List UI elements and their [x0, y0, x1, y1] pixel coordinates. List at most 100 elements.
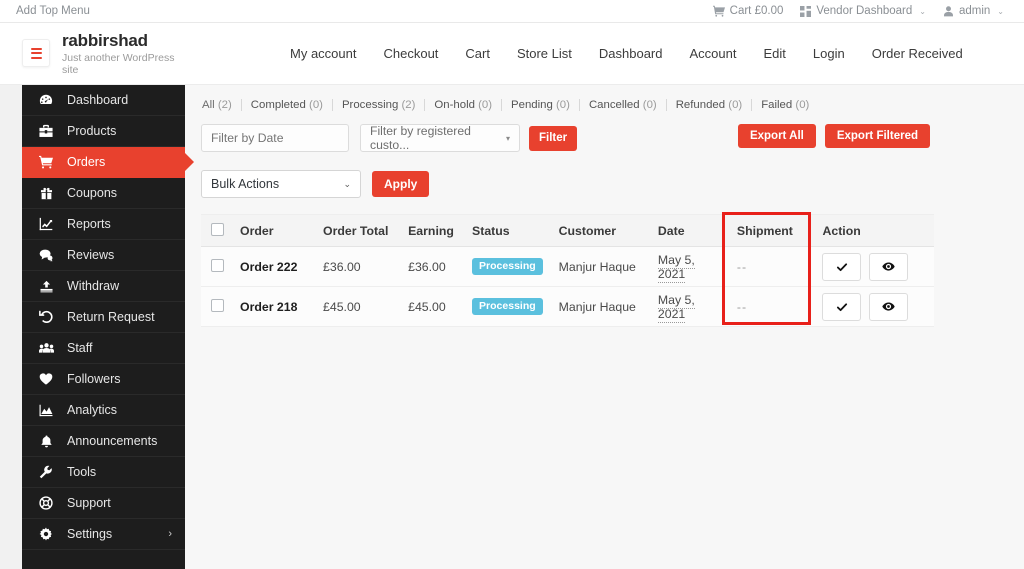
- sidebar-item-return-request[interactable]: Return Request: [22, 302, 185, 333]
- nav-item-login[interactable]: Login: [813, 46, 845, 61]
- status-link-cancelled[interactable]: Cancelled (0): [580, 99, 667, 111]
- wrench-icon: [38, 465, 54, 479]
- sidebar-item-announcements[interactable]: Announcements: [22, 426, 185, 457]
- admin-top-bar: Add Top Menu Cart £0.00 Vendor Dashboard…: [0, 0, 1024, 23]
- order-link[interactable]: Order 218: [240, 300, 297, 314]
- sidebar-item-support[interactable]: Support: [22, 488, 185, 519]
- primary-navigation: My account Checkout Cart Store List Dash…: [290, 46, 1004, 61]
- nav-item-edit[interactable]: Edit: [763, 46, 785, 61]
- check-icon: [836, 261, 848, 273]
- heart-icon: [38, 372, 54, 386]
- orders-table-body: Order 222 £36.00 £36.00 Processing Manju…: [201, 246, 934, 327]
- sidebar-item-staff[interactable]: Staff: [22, 333, 185, 364]
- sidebar-item-reports[interactable]: Reports: [22, 209, 185, 240]
- row-select-cell: [201, 246, 232, 287]
- column-header-earning[interactable]: Earning: [400, 214, 465, 247]
- nav-item-my-account[interactable]: My account: [290, 46, 356, 61]
- cell-shipment: --: [728, 246, 815, 287]
- cell-date: May 5, 2021: [649, 246, 729, 287]
- apply-button[interactable]: Apply: [372, 171, 430, 197]
- order-link[interactable]: Order 222: [240, 260, 297, 274]
- sidebar-item-label: Return Request: [67, 310, 155, 324]
- sidebar-item-tools[interactable]: Tools: [22, 457, 185, 488]
- status-link-on-hold[interactable]: On-hold (0): [425, 99, 503, 111]
- sidebar-item-followers[interactable]: Followers: [22, 364, 185, 395]
- cart-menu-item[interactable]: Cart £0.00: [712, 5, 783, 17]
- page-layout: Dashboard Products Orders Coupons Report: [0, 85, 1024, 569]
- sidebar-item-label: Products: [67, 124, 117, 138]
- sidebar-item-orders[interactable]: Orders: [22, 147, 185, 178]
- row-checkbox[interactable]: [211, 298, 224, 312]
- sidebar-item-label: Coupons: [67, 186, 118, 200]
- export-all-button[interactable]: Export All: [737, 124, 816, 148]
- sidebar-item-label: Tools: [67, 465, 97, 479]
- shopping-cart-icon: [38, 155, 54, 169]
- filter-by-date-input[interactable]: [201, 124, 349, 152]
- sidebar-item-dashboard[interactable]: Dashboard: [22, 85, 185, 116]
- site-header: rabbirshad Just another WordPress site M…: [0, 23, 1024, 85]
- add-top-menu-link[interactable]: Add Top Menu: [16, 5, 713, 17]
- column-header-customer[interactable]: Customer: [550, 214, 650, 247]
- column-header-order[interactable]: Order: [232, 214, 316, 247]
- status-link-count: (0): [478, 99, 493, 111]
- status-link-all[interactable]: All (2): [202, 99, 242, 111]
- sidebar-item-settings[interactable]: Settings ›: [22, 519, 185, 550]
- column-header-action: Action: [814, 214, 934, 247]
- sidebar-item-coupons[interactable]: Coupons: [22, 178, 185, 209]
- nav-item-cart[interactable]: Cart: [465, 46, 490, 61]
- shipment-value: --: [736, 259, 748, 274]
- sidebar-item-label: Support: [67, 496, 111, 510]
- table-row: Order 222 £36.00 £36.00 Processing Manju…: [201, 246, 934, 287]
- export-filtered-button[interactable]: Export Filtered: [824, 124, 930, 148]
- cell-earning: £45.00: [400, 286, 465, 327]
- column-header-order-total[interactable]: Order Total: [315, 214, 401, 247]
- admin-account-menu-item[interactable]: admin ⌄: [943, 5, 1004, 17]
- mark-complete-button[interactable]: [822, 292, 862, 321]
- filter-button[interactable]: Filter: [529, 125, 578, 151]
- sidebar-item-analytics[interactable]: Analytics: [22, 395, 185, 426]
- eye-icon: [882, 260, 896, 273]
- sidebar-item-label: Reports: [67, 217, 111, 231]
- vendor-dashboard-menu-item[interactable]: Vendor Dashboard ⌄: [800, 5, 926, 17]
- nav-item-account[interactable]: Account: [690, 46, 737, 61]
- status-link-processing[interactable]: Processing (2): [333, 99, 426, 111]
- sidebar-item-products[interactable]: Products: [22, 116, 185, 147]
- status-link-completed[interactable]: Completed (0): [242, 99, 333, 111]
- bulk-actions-selected-value: Bulk Actions: [211, 177, 280, 191]
- column-header-status[interactable]: Status: [464, 214, 551, 247]
- site-branding[interactable]: rabbirshad Just another WordPress site: [22, 31, 290, 77]
- nav-item-dashboard[interactable]: Dashboard: [599, 46, 663, 61]
- sidebar-item-reviews[interactable]: Reviews: [22, 240, 185, 271]
- view-order-button[interactable]: [869, 252, 909, 281]
- column-header-date[interactable]: Date: [649, 214, 729, 247]
- nav-item-order-received[interactable]: Order Received: [872, 46, 963, 61]
- sidebar-item-withdraw[interactable]: Withdraw: [22, 271, 185, 302]
- row-checkbox[interactable]: [211, 258, 224, 272]
- sidebar-item-label: Settings: [67, 527, 113, 541]
- cell-order: Order 222: [232, 246, 316, 287]
- filter-by-customer-select[interactable]: Filter by registered custo... ▾: [360, 124, 520, 152]
- site-title: rabbirshad: [62, 30, 148, 50]
- status-link-label: On-hold: [434, 99, 475, 111]
- status-badge: Processing: [472, 298, 543, 315]
- cell-status: Processing: [464, 286, 551, 327]
- mark-complete-button[interactable]: [822, 252, 862, 281]
- nav-item-checkout[interactable]: Checkout: [383, 46, 438, 61]
- status-link-count: (0): [642, 99, 657, 111]
- view-order-button[interactable]: [869, 292, 909, 321]
- cell-earning: £36.00: [400, 246, 465, 287]
- status-link-pending[interactable]: Pending (0): [502, 99, 580, 111]
- table-row: Order 218 £45.00 £45.00 Processing Manju…: [201, 286, 934, 327]
- bulk-actions-select[interactable]: Bulk Actions ⌄: [201, 170, 361, 198]
- select-all-checkbox[interactable]: [211, 222, 224, 236]
- status-link-refunded[interactable]: Refunded (0): [667, 99, 753, 111]
- status-link-failed[interactable]: Failed (0): [752, 99, 809, 111]
- column-header-shipment[interactable]: Shipment: [728, 214, 815, 247]
- site-logo-icon: [22, 39, 50, 68]
- gear-icon: [38, 527, 54, 541]
- status-link-label: All: [202, 99, 215, 111]
- nav-item-store-list[interactable]: Store List: [517, 46, 572, 61]
- orders-table-wrapper: Order Order Total Earning Status Custome…: [201, 212, 934, 327]
- site-tagline: Just another WordPress site: [62, 52, 175, 77]
- lifebuoy-icon: [38, 496, 54, 510]
